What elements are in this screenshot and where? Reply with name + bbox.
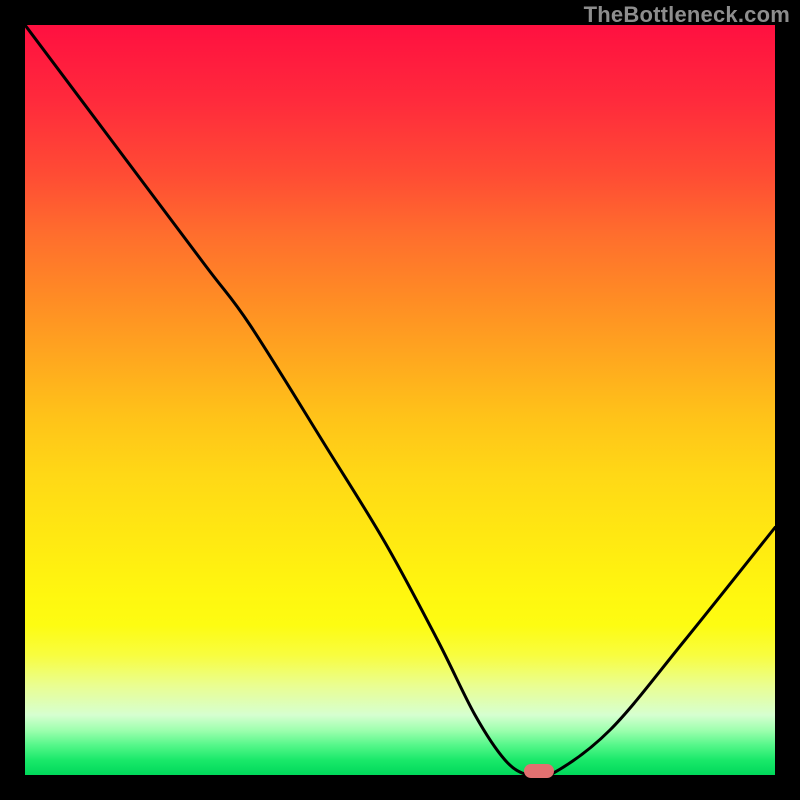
plot-area <box>25 25 775 775</box>
optimal-marker <box>524 764 554 778</box>
chart-container: TheBottleneck.com <box>0 0 800 800</box>
